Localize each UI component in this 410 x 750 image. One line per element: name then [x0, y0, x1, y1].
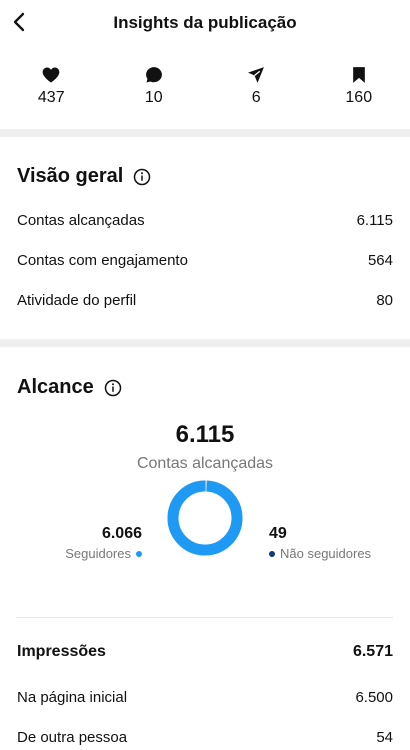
followers-value: 6.066	[101, 525, 142, 542]
reach-section: Alcance	[0, 376, 410, 399]
overview-title: Visão geral	[17, 165, 124, 187]
overview-section: Visão geral Contas alcançadas 6.115 Cont…	[0, 165, 410, 309]
comments-count: 10	[144, 89, 163, 106]
reach-title: Alcance	[17, 376, 94, 398]
saves-count: 160	[345, 89, 373, 106]
row-label: De outra pessoa	[17, 729, 128, 746]
section-divider	[0, 129, 410, 137]
non-followers-dot	[269, 550, 275, 557]
reach-breakdown: 6.066 Seguidores 49 Não seguidores	[0, 473, 410, 627]
app-header: Insights da publicação	[0, 0, 410, 46]
non-followers-label-row: Não seguidores	[269, 546, 371, 561]
heart-icon	[42, 67, 60, 83]
row-value: 80	[376, 292, 393, 309]
reach-total-value: 6.115	[175, 421, 235, 448]
non-followers-value: 49	[269, 525, 287, 542]
info-icon[interactable]	[104, 379, 122, 397]
engagement-stats: 437 10 6 160	[0, 46, 410, 126]
overview-row-accounts-engaged[interactable]: Contas com engajamento 564	[17, 252, 393, 269]
row-value: 6.115	[356, 212, 393, 229]
saves-stat: 160	[308, 46, 410, 126]
share-icon	[248, 67, 265, 83]
row-label: Na página inicial	[17, 689, 128, 706]
likes-count: 437	[37, 89, 65, 106]
page-title: Insights da publicação	[113, 13, 297, 32]
impressions-total-row[interactable]: Impressões 6.571	[17, 643, 393, 661]
donut-followers-arc	[167, 480, 243, 556]
reach-donut-chart	[167, 480, 243, 556]
back-arrow-icon[interactable]	[8, 10, 32, 34]
section-divider	[0, 339, 410, 347]
non-followers-label: Não seguidores	[280, 546, 372, 561]
followers-label: Seguidores	[65, 546, 131, 561]
reach-header: Alcance	[17, 376, 393, 399]
overview-row-accounts-reached[interactable]: Contas alcançadas 6.115	[17, 212, 393, 229]
likes-stat: 437	[0, 46, 103, 126]
row-value: 54	[376, 729, 393, 746]
shares-stat: 6	[205, 46, 308, 126]
impressions-title: Impressões	[17, 643, 106, 660]
impressions-row-home[interactable]: Na página inicial 6.500	[17, 689, 393, 706]
followers-label-row: Seguidores	[65, 546, 142, 561]
comment-icon	[145, 67, 162, 83]
impressions-section: Impressões 6.571 Na página inicial 6.500…	[0, 643, 410, 746]
row-label: Contas alcançadas	[17, 212, 145, 229]
reach-total-label: Contas alcançadas	[136, 455, 274, 472]
bookmark-icon	[352, 67, 365, 83]
shares-count: 6	[251, 89, 261, 106]
row-value: 564	[367, 252, 393, 269]
followers-legend: 6.066 Seguidores	[65, 525, 142, 561]
impressions-row-other-person[interactable]: De outra pessoa 54	[17, 729, 393, 746]
info-icon[interactable]	[133, 168, 151, 186]
row-label: Atividade do perfil	[17, 292, 137, 309]
overview-row-profile-activity[interactable]: Atividade do perfil 80	[17, 292, 393, 309]
row-value: 6.500	[355, 689, 393, 706]
reach-total: 6.115 Contas alcançadas	[0, 421, 410, 473]
overview-header: Visão geral	[17, 165, 393, 188]
row-label: Contas com engajamento	[17, 252, 188, 269]
impressions-total: 6.571	[352, 643, 393, 660]
comments-stat: 10	[103, 46, 206, 126]
followers-dot	[136, 550, 142, 557]
non-followers-legend: 49 Não seguidores	[269, 525, 371, 561]
